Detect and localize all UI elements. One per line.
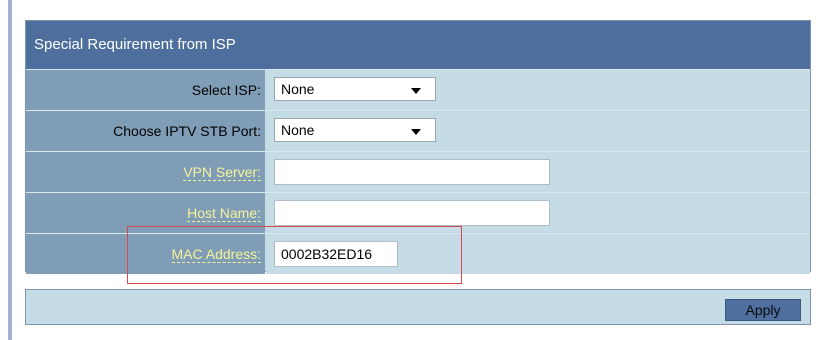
row-vpn-server: VPN Server:: [26, 151, 810, 192]
iptv-port-selected: None: [281, 122, 315, 138]
iptv-port-value-cell: None: [266, 111, 810, 151]
row-select-isp: Select ISP: None: [26, 69, 810, 110]
panel-title: Special Requirement from ISP: [26, 21, 810, 69]
iptv-port-label: Choose IPTV STB Port:: [26, 111, 265, 151]
apply-button[interactable]: Apply: [725, 299, 801, 321]
select-isp-dropdown[interactable]: None: [274, 77, 436, 101]
chevron-down-icon: [411, 88, 421, 94]
host-name-label-text[interactable]: Host Name:: [187, 205, 261, 222]
footer-bar: Apply: [25, 289, 811, 325]
select-isp-selected: None: [281, 81, 315, 97]
chevron-down-icon: [411, 129, 421, 135]
vpn-server-value-cell: [266, 152, 810, 192]
annotation-highlight-box: [127, 226, 462, 284]
vpn-server-label-text[interactable]: VPN Server:: [183, 164, 261, 181]
vpn-server-input[interactable]: [274, 159, 550, 185]
iptv-port-dropdown[interactable]: None: [274, 118, 436, 142]
vpn-server-label: VPN Server:: [26, 152, 265, 192]
select-isp-value-cell: None: [266, 70, 810, 110]
left-rail: [8, 0, 12, 340]
select-isp-label: Select ISP:: [26, 70, 265, 110]
row-iptv-port: Choose IPTV STB Port: None: [26, 110, 810, 151]
host-name-input[interactable]: [274, 200, 550, 226]
